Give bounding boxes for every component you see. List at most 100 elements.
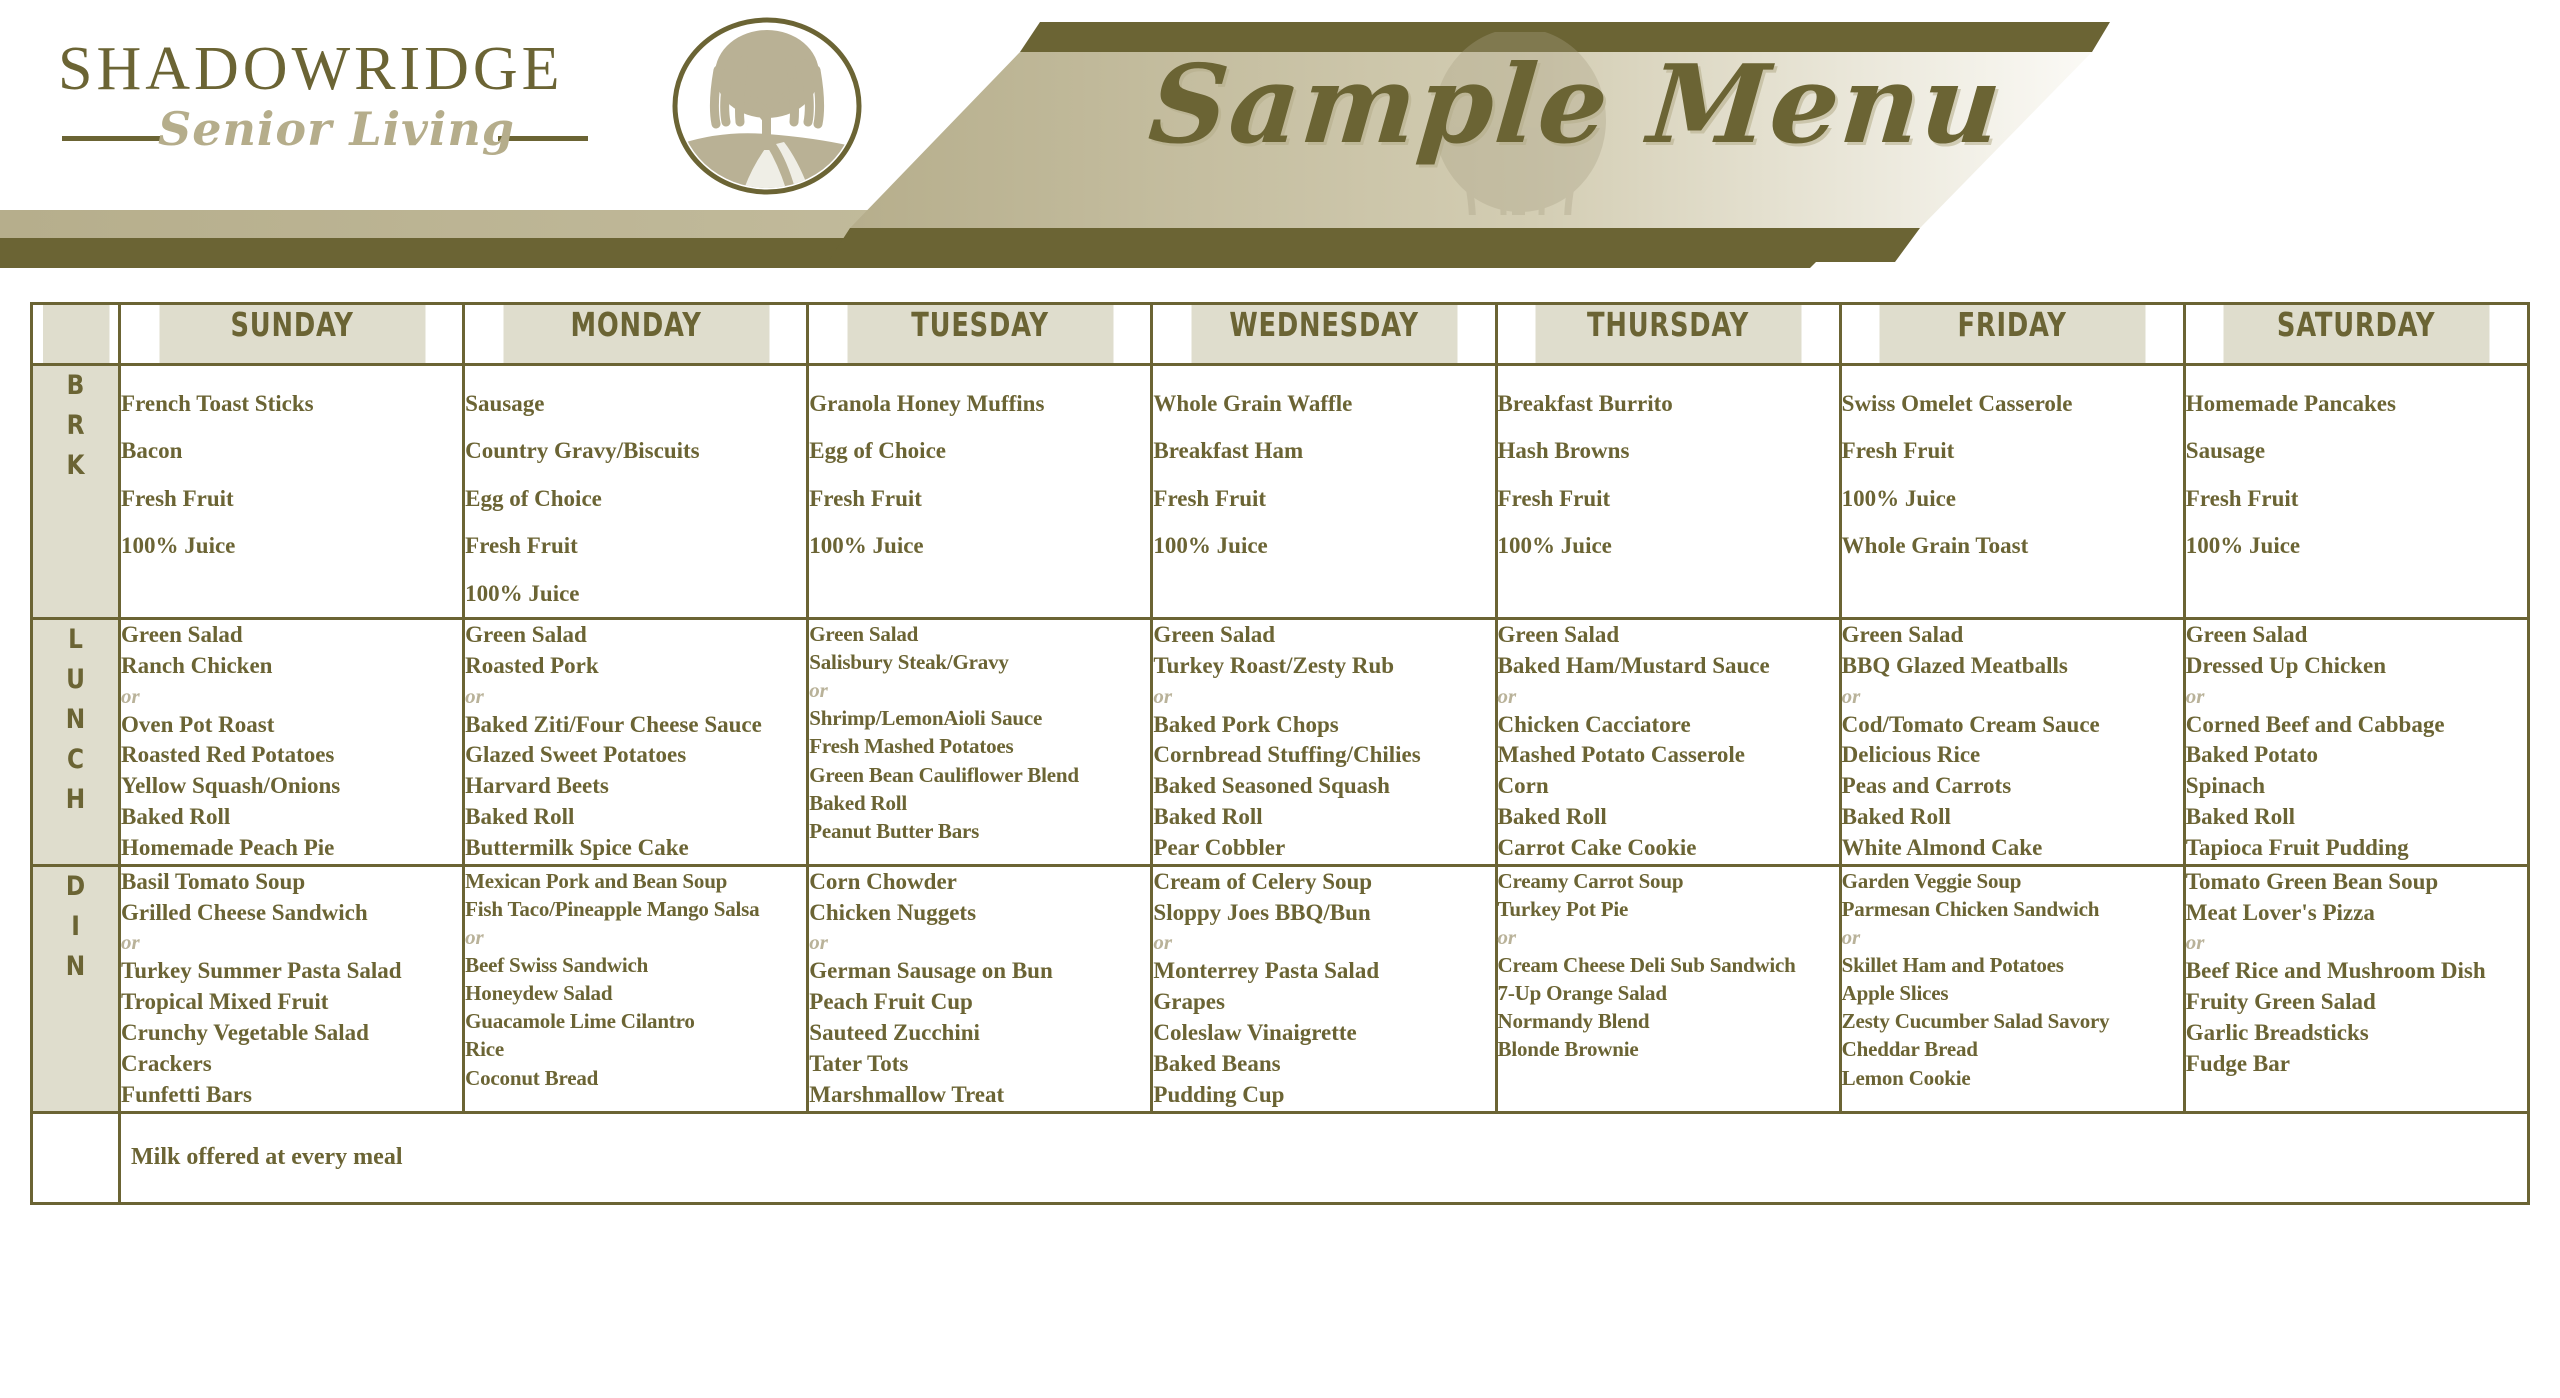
day-header-wednesday: WEDNESDAY <box>1188 302 1460 366</box>
menu-item: Coconut Bread <box>465 1065 599 1090</box>
lunch-cell-friday: Green Salad BBQ Glazed Meatballs or Cod/Tom… <box>1838 616 2186 867</box>
menu-item: Skillet Ham and Potatoes <box>1841 953 2064 978</box>
menu-item: Normandy Blend <box>1497 1009 1650 1034</box>
menu-item: Garden Veggie Soup <box>1841 868 2022 893</box>
menu-item: Carrot Cake Cookie <box>1497 834 1697 860</box>
page-header: Sample Menu SHADOWRIDGE Senior Living <box>0 0 2560 288</box>
menu-item: Ranch Chicken <box>121 652 273 678</box>
menu-item-or-separator: or <box>1153 930 1173 955</box>
menu-item: Peas and Carrots <box>1841 773 2012 799</box>
menu-item: Pear Cobbler <box>1153 834 1286 860</box>
milk-note: Milk offered at every meal <box>131 1144 403 1171</box>
menu-item: French Toast Sticks <box>121 391 314 416</box>
menu-item: Green Salad <box>465 621 587 647</box>
dinner-cell-wednesday: Cream of Celery Soup Sloppy Joes BBQ/Bun o… <box>1150 863 1498 1114</box>
menu-item: Fresh Fruit <box>121 485 234 511</box>
menu-item: Crunchy Vegetable Salad <box>121 1020 369 1046</box>
menu-item: Parmesan Chicken Sandwich <box>1841 896 2100 921</box>
dinner-cell-thursday: Creamy Carrot Soup Turkey Pot Pie or Cream … <box>1494 863 1842 1114</box>
menu-item: Fresh Fruit <box>1841 438 1955 464</box>
menu-item: Corn <box>1497 773 1549 799</box>
menu-item: Buttermilk Spice Cake <box>465 834 689 860</box>
meal-label-breakfast-text: BRK <box>39 366 112 486</box>
dinner-cell-sunday: Basil Tomato Soup Grilled Cheese Sandwich… <box>118 863 466 1114</box>
menu-item-or-separator: or <box>1497 683 1517 708</box>
menu-item: Guacamole Lime Cilantro <box>465 1009 695 1034</box>
meal-label-letter: N <box>65 703 86 735</box>
footer-note-cell: Milk offered at every meal <box>118 1110 2530 1205</box>
menu-item: Sloppy Joes BBQ/Bun <box>1153 899 1371 925</box>
dinner-cell-tuesday: Corn Chowder Chicken Nuggets or German Saus… <box>806 863 1154 1114</box>
menu-item: Granola Honey Muffins <box>809 391 1045 416</box>
menu-item: Corned Beef and Cabbage <box>2185 711 2445 737</box>
menu-item: Homemade Peach Pie <box>121 834 335 860</box>
brand-tagline: Senior Living <box>158 102 515 156</box>
menu-item-or-separator: or <box>121 930 140 955</box>
menu-item: Garlic Breadsticks <box>2185 1020 2369 1046</box>
menu-item: Green Salad <box>1153 621 1276 647</box>
menu-item: Green Salad <box>121 621 243 647</box>
menu-item-or-separator: or <box>2185 930 2205 955</box>
menu-item-or-separator: or <box>465 924 484 949</box>
menu-item: Roasted Pork <box>465 652 599 678</box>
meal-label-letter: C <box>66 743 85 775</box>
menu-item: Fresh Fruit <box>1497 485 1611 511</box>
menu-item: 100% Juice <box>1841 485 1957 511</box>
meal-label-letter: B <box>66 370 85 401</box>
meal-label-lunch: LUNCH <box>29 616 122 867</box>
menu-item: Hash Browns <box>1497 438 1630 464</box>
breakfast-cell-saturday: Homemade Pancakes Sausage Fresh Fruit 100% … <box>2182 363 2531 620</box>
menu-item: Delicious Rice <box>1841 742 1981 768</box>
menu-item: Shrimp/LemonAioli Sauce <box>809 706 1043 731</box>
meal-label-letter: K <box>66 449 85 481</box>
meal-label-breakfast: BRK <box>29 363 122 620</box>
menu-item: Fresh Fruit <box>809 485 922 511</box>
menu-item: Baked Beans <box>1153 1050 1281 1076</box>
breakfast-cell-sunday: French Toast Sticks Bacon Fresh Fruit 100% … <box>118 363 466 620</box>
menu-item: Baked Roll <box>465 804 575 830</box>
day-header-tuesday: TUESDAY <box>844 302 1116 366</box>
day-header-monday: MONDAY <box>500 302 772 366</box>
day-header-thursday: THURSDAY <box>1532 302 1804 366</box>
menu-item: Yellow Squash/Onions <box>121 773 341 799</box>
menu-item: Cod/Tomato Cream Sauce <box>1841 711 2100 737</box>
menu-item: Turkey Roast/Zesty Rub <box>1153 652 1395 678</box>
menu-item: Oven Pot Roast <box>121 711 275 737</box>
menu-item: Fruity Green Salad <box>2185 989 2376 1015</box>
menu-item: Spinach <box>2185 773 2266 799</box>
menu-item: Peanut Butter Bars <box>809 818 980 843</box>
menu-item: Blonde Brownie <box>1497 1037 1639 1062</box>
menu-item: Chicken Cacciatore <box>1497 711 1691 737</box>
menu-item: Beef Rice and Mushroom Dish <box>2185 958 2486 984</box>
table-corner-cell <box>40 302 112 366</box>
dinner-cell-saturday: Tomato Green Bean Soup Meat Lover's Pizza… <box>2182 863 2531 1114</box>
breakfast-cell-monday: Sausage Country Gravy/Biscuits Egg of Choi… <box>462 363 810 620</box>
menu-item: Green Salad <box>809 621 919 646</box>
menu-item: Peach Fruit Cup <box>809 989 973 1015</box>
menu-item-or-separator: or <box>465 683 484 708</box>
lunch-cell-sunday: Green Salad Ranch Chicken or Oven Pot Roast… <box>118 616 466 867</box>
meal-label-letter: D <box>65 870 86 902</box>
menu-item: Bacon <box>121 438 183 464</box>
footer-label-cell <box>29 1110 122 1205</box>
menu-item-or-separator: or <box>1841 924 1860 949</box>
meal-label-dinner-text: DIN <box>39 867 112 987</box>
banner-title: Sample Menu <box>1144 42 2008 168</box>
menu-item: Baked Roll <box>2185 804 2296 830</box>
menu-item: Zesty Cucumber Salad Savory <box>1841 1009 2110 1034</box>
menu-item: Mashed Potato Casserole <box>1497 742 1745 768</box>
menu-item: Baked Seasoned Squash <box>1153 773 1390 799</box>
willow-tree-emblem-icon <box>672 17 862 195</box>
menu-item: 100% Juice <box>809 533 924 559</box>
menu-item: Baked Pork Chops <box>1153 711 1339 737</box>
menu-item-or-separator: or <box>1841 683 1861 708</box>
day-header-row: SUNDAY MONDAY TUESDAY WEDNESDAY THURSDAY… <box>32 302 2529 366</box>
menu-item: Monterrey Pasta Salad <box>1153 958 1380 984</box>
weekly-menu-table: SUNDAY MONDAY TUESDAY WEDNESDAY THURSDAY… <box>29 302 2531 1205</box>
menu-item: Green Salad <box>2185 621 2308 647</box>
menu-item: Beef Swiss Sandwich <box>465 953 649 978</box>
menu-item: Fresh Fruit <box>1153 485 1267 511</box>
lunch-row: LUNCH Green Salad Ranch Chicken or Oven Pot… <box>29 616 2531 867</box>
meal-label-lunch-text: LUNCH <box>39 620 112 820</box>
menu-item: Cream of Celery Soup <box>1153 868 1373 894</box>
